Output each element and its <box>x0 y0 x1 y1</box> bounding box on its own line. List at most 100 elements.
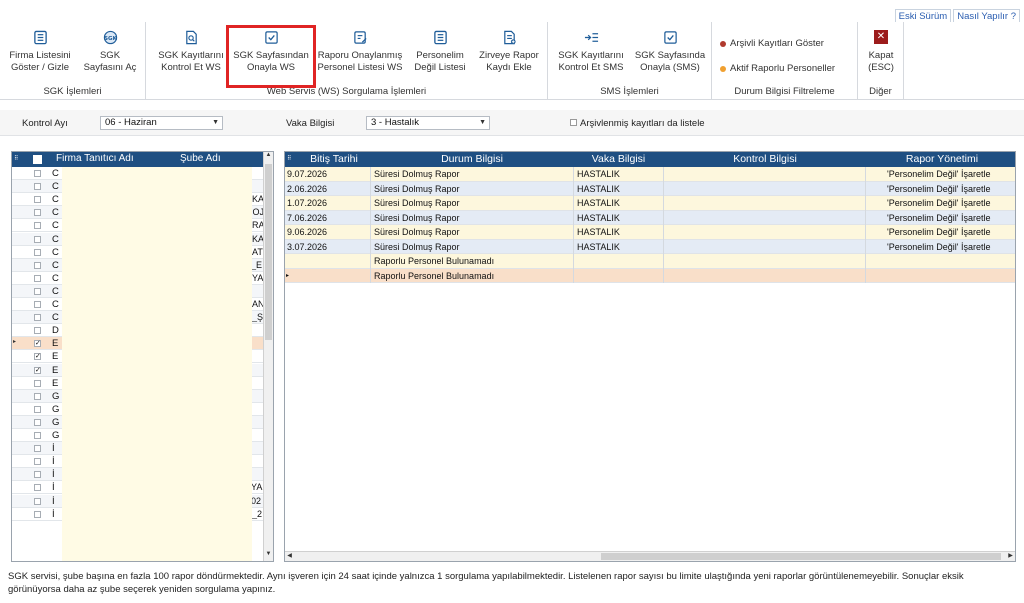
col-sube-header[interactable]: Şube Adı <box>180 153 221 164</box>
approve-sgk-page-sms-button[interactable]: SGK Sayfasında Onayla (SMS) <box>632 30 708 74</box>
rapor-yonetimi-cell[interactable]: 'Personelim Değil' İşaretle <box>887 213 1015 223</box>
row-checkbox[interactable] <box>34 432 41 439</box>
row-checkbox[interactable] <box>34 274 41 282</box>
rapor-yonetimi-cell[interactable]: 'Personelim Değil' İşaretle <box>887 242 1015 252</box>
firm-name-cell: D <box>52 325 59 337</box>
report-grid: ⠿ Bitiş Tarihi Durum Bilgisi Vaka Bilgis… <box>284 151 1016 562</box>
rapor-yonetimi-cell[interactable]: 'Personelim Değil' İşaretle <box>887 184 1015 194</box>
row-checkbox[interactable]: ✓ <box>34 353 41 361</box>
report-row[interactable]: ▸ Raporlu Personel Bulunamadı <box>285 268 1015 283</box>
toggle-firm-list-label: Firma Listesini Göster / Gizle <box>9 50 71 73</box>
scroll-up-icon[interactable]: ▲ <box>264 152 273 162</box>
row-checkbox[interactable] <box>34 222 41 230</box>
open-sgk-page-label: SGK Sayfasını Aç <box>83 50 137 73</box>
row-checkbox[interactable] <box>34 458 41 466</box>
open-sgk-page-button[interactable]: SGK SGK Sayfasını Aç <box>80 30 140 74</box>
row-checkbox[interactable] <box>34 405 41 413</box>
report-row[interactable]: Raporlu Personel Bulunamadı <box>285 254 1015 269</box>
add-report-to-zirve-label: Zirveye Rapor Kaydı Ekle <box>479 50 539 73</box>
archive-checkbox[interactable] <box>570 119 577 126</box>
col-rapor-header[interactable]: Rapor Yönetimi <box>867 153 1015 165</box>
row-checkbox[interactable] <box>34 327 41 335</box>
vertical-scrollbar[interactable]: ▲ ▼ <box>263 152 273 561</box>
approved-personnel-list-ws-button[interactable]: Raporu Onaylanmış Personel Listesi WS <box>314 30 406 74</box>
row-checkbox[interactable] <box>34 170 41 177</box>
approve-sgk-page-sms-label: SGK Sayfasında Onayla (SMS) <box>634 50 706 73</box>
close-button[interactable]: ✕ Kapat (ESC) <box>860 30 902 74</box>
durum-cell: Süresi Dolmuş Rapor <box>374 227 460 237</box>
firm-name-cell: C <box>52 194 59 206</box>
firm-name-cell: C <box>52 285 59 297</box>
bitis-cell: 3.07.2026 <box>287 241 328 252</box>
rapor-yonetimi-cell[interactable]: 'Personelim Değil' İşaretle <box>887 198 1015 208</box>
row-checkbox[interactable] <box>34 287 41 295</box>
durum-cell: Süresi Dolmuş Rapor <box>374 212 460 223</box>
col-durum-header[interactable]: Durum Bilgisi <box>371 153 573 165</box>
select-all-checkbox[interactable] <box>33 155 42 164</box>
report-row[interactable]: 2.06.2026 Süresi Dolmuş Rapor HASTALIK 'Per… <box>285 181 1015 196</box>
row-checkbox[interactable] <box>34 445 41 453</box>
add-doc-icon <box>503 30 516 45</box>
redacted-area <box>62 167 252 561</box>
search-doc-icon <box>185 30 197 45</box>
scroll-left-icon[interactable]: ◀ <box>285 552 294 559</box>
scroll-right-icon[interactable]: ▶ <box>1006 552 1015 559</box>
row-checkbox[interactable] <box>34 314 41 322</box>
check-sgk-records-sms-button[interactable]: SGK Kayıtlarını Kontrol Et SMS <box>554 30 628 74</box>
row-checkbox[interactable] <box>34 484 41 492</box>
row-checkbox[interactable] <box>34 379 41 387</box>
group-label-sgk: SGK İşlemleri <box>43 86 102 97</box>
row-checkbox[interactable] <box>34 196 41 204</box>
report-row[interactable]: 3.07.2026 Süresi Dolmuş Rapor HASTALIK 'Per… <box>285 239 1015 254</box>
row-checkbox[interactable] <box>34 392 41 400</box>
not-my-personnel-list-button[interactable]: Personelim Değil Listesi <box>409 30 471 74</box>
rapor-yonetimi-cell[interactable]: 'Personelim Değil' İşaretle <box>887 169 1015 179</box>
group-sgk-islemleri: Firma Listesini Göster / Gizle SGK SGK S… <box>0 22 146 100</box>
firm-name-cell: G <box>52 403 60 415</box>
report-row[interactable]: 9.06.2026 Süresi Dolmuş Rapor HASTALIK 'Per… <box>285 225 1015 240</box>
toggle-firm-list-button[interactable]: Firma Listesini Göster / Gizle <box>4 30 76 74</box>
highlight-box <box>226 25 316 88</box>
firm-name-cell: C <box>52 168 59 179</box>
horizontal-scrollbar[interactable]: ◀ ▶ <box>285 551 1015 561</box>
row-checkbox[interactable] <box>34 261 41 269</box>
col-firm-header[interactable]: Firma Tanıtıcı Adı <box>56 153 134 164</box>
row-checkbox[interactable] <box>34 301 41 308</box>
report-row[interactable]: 9.07.2026 Süresi Dolmuş Rapor HASTALIK 'Per… <box>285 167 1015 182</box>
scrollbar-thumb[interactable] <box>601 553 1001 560</box>
vaka-cell: HASTALIK <box>577 241 620 252</box>
show-archived-records-option[interactable]: Arşivli Kayıtları Göster <box>720 38 824 49</box>
row-checkbox[interactable] <box>34 209 41 217</box>
scroll-down-icon[interactable]: ▼ <box>264 551 273 561</box>
rapor-yonetimi-cell[interactable]: 'Personelim Değil' İşaretle <box>887 227 1015 237</box>
active-reported-personnel-option[interactable]: Aktif Raporlu Personeller <box>720 63 835 74</box>
add-report-to-zirve-button[interactable]: Zirveye Rapor Kaydı Ekle <box>474 30 544 74</box>
row-checkbox[interactable] <box>34 497 41 505</box>
show-archived-records-label: Arşivli Kayıtları Göster <box>730 38 824 49</box>
row-checkbox[interactable] <box>34 248 41 256</box>
scrollbar-thumb[interactable] <box>265 164 272 340</box>
kontrol-ayi-select[interactable]: 06 - Haziran ▼ <box>100 116 223 130</box>
firm-name-cell: E <box>52 338 59 350</box>
row-checkbox[interactable] <box>34 471 41 479</box>
close-icon: ✕ <box>874 30 888 44</box>
firm-name-cell: C <box>52 220 59 232</box>
row-checkbox[interactable]: ✓ <box>34 340 41 348</box>
col-divider <box>370 167 371 283</box>
durum-cell: Süresi Dolmuş Rapor <box>374 183 460 194</box>
firm-name-cell: E <box>52 351 59 363</box>
check-sgk-records-ws-button[interactable]: SGK Kayıtlarını Kontrol Et WS <box>152 30 230 74</box>
row-checkbox[interactable] <box>34 418 41 426</box>
row-checkbox[interactable] <box>34 510 41 518</box>
firm-name-cell: C <box>52 233 59 245</box>
vaka-bilgisi-select[interactable]: 3 - Hastalık ▼ <box>366 116 490 130</box>
row-checkbox[interactable] <box>34 183 41 191</box>
col-bitis-header[interactable]: Bitiş Tarihi <box>299 153 369 165</box>
col-vaka-header[interactable]: Vaka Bilgisi <box>574 153 663 165</box>
bitis-cell: 1.07.2026 <box>287 198 328 208</box>
report-row[interactable]: 1.07.2026 Süresi Dolmuş Rapor HASTALIK 'Per… <box>285 196 1015 211</box>
row-checkbox[interactable] <box>34 235 41 243</box>
col-kontrol-header[interactable]: Kontrol Bilgisi <box>664 153 866 165</box>
row-checkbox[interactable]: ✓ <box>34 366 41 374</box>
report-row[interactable]: 7.06.2026 Süresi Dolmuş Rapor HASTALIK 'Per… <box>285 210 1015 225</box>
